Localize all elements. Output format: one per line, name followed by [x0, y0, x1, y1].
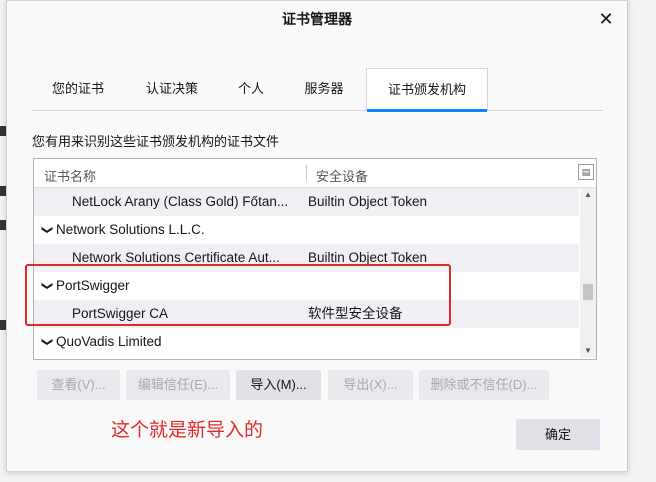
tab-people[interactable]: 个人	[220, 68, 282, 109]
annotation-text: 这个就是新导入的	[111, 420, 264, 441]
delete-distrust-button[interactable]: 删除或不信任(D)...	[419, 370, 549, 400]
tab-your-certs[interactable]: 您的证书	[32, 68, 124, 109]
certificate-tree[interactable]: 证书名称 安全设备 ▤ NetLock Arany (Class Gold) F…	[33, 158, 597, 360]
certificate-manager-dialog: 证书管理器 ✕ 您的证书 认证决策 个人 服务器 证书颁发机构 您有用来识别这些…	[6, 0, 628, 472]
tab-authorities[interactable]: 证书颁发机构	[366, 68, 488, 112]
view-button[interactable]: 查看(V)...	[37, 370, 120, 400]
export-button[interactable]: 导出(X)...	[328, 370, 413, 400]
scroll-down-icon[interactable]: ▼	[580, 344, 596, 358]
tree-row-name: Network Solutions L.L.C.	[56, 222, 205, 237]
tree-row-group[interactable]: ❯ QuoVadis Limited	[34, 328, 579, 356]
column-header-name[interactable]: 证书名称	[44, 166, 96, 185]
tab-servers[interactable]: 服务器	[282, 68, 366, 109]
scrollbar-thumb[interactable]	[583, 284, 593, 300]
column-splitter[interactable]	[306, 165, 307, 181]
dialog-title: 证书管理器	[282, 11, 352, 27]
tree-header: 证书名称 安全设备 ▤	[34, 159, 596, 188]
tab-auth-decisions[interactable]: 认证决策	[124, 68, 220, 109]
tree-row-name: QuoVadis Limited	[56, 334, 162, 349]
ok-button[interactable]: 确定	[516, 419, 600, 450]
tree-row-group[interactable]: ❯ Network Solutions L.L.C.	[34, 216, 579, 244]
tab-bar: 您的证书 认证决策 个人 服务器 证书颁发机构	[32, 68, 603, 112]
import-button[interactable]: 导入(M)...	[236, 370, 321, 400]
tree-row-device: Builtin Object Token	[308, 194, 428, 209]
tree-row[interactable]: NetLock Arany (Class Gold) Főtan... Buil…	[34, 188, 579, 216]
tree-scrollbar[interactable]: ▲ ▼	[580, 188, 596, 358]
close-icon[interactable]: ✕	[597, 10, 615, 28]
tree-row-name: NetLock Arany (Class Gold) Főtan...	[72, 194, 289, 209]
scroll-up-icon[interactable]: ▲	[580, 188, 596, 202]
edit-trust-button[interactable]: 编辑信任(E)...	[126, 370, 230, 400]
authorities-description: 您有用来识别这些证书颁发机构的证书文件	[32, 134, 280, 149]
column-header-device[interactable]: 安全设备	[316, 166, 368, 185]
annotation-highlight-box	[25, 264, 451, 326]
column-picker-icon[interactable]: ▤	[578, 164, 594, 180]
